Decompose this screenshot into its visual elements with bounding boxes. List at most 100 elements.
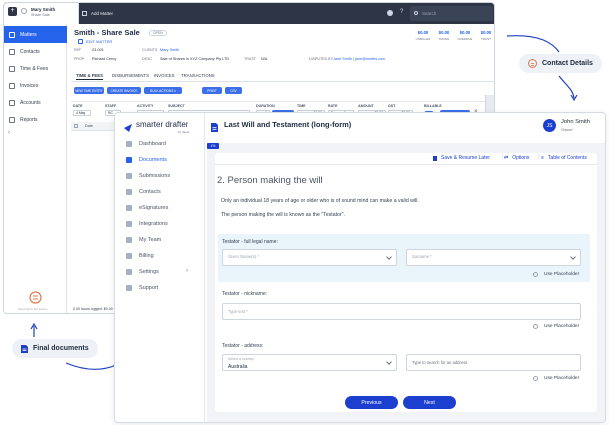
balance-label: UNBILLED <box>415 37 431 41</box>
document-icon <box>21 344 28 353</box>
home-icon[interactable]: + <box>8 7 17 16</box>
nickname-label: Testator - nickname: <box>222 291 268 297</box>
sidebar-item-label: Time & Fees <box>20 65 49 72</box>
sidebar-item-reports[interactable]: Reports <box>4 111 67 128</box>
gear-icon[interactable] <box>387 10 393 16</box>
country-value: Australia <box>228 364 248 370</box>
help-icon[interactable]: ? <box>400 9 403 15</box>
desc-label: DESC <box>142 57 152 61</box>
date-column-header[interactable]: Date <box>85 124 93 128</box>
next-button[interactable]: Next <box>403 396 456 409</box>
nav-item-contacts[interactable]: Contacts <box>126 187 161 197</box>
previous-button[interactable]: Previous <box>345 396 398 409</box>
status-badge: OPEN <box>149 30 167 36</box>
settings-icon <box>126 269 132 275</box>
nav-item-documents[interactable]: Documents <box>126 155 167 165</box>
settings-chevron-icon[interactable]: › <box>186 268 188 274</box>
support-icon <box>126 285 132 291</box>
header-rule <box>71 101 494 102</box>
column-header-subject: SUBJECT <box>168 104 185 108</box>
disputed-value[interactable]: Jane Smith | jane@smiths.com <box>333 57 385 61</box>
use-placeholder-toggle-nickname[interactable]: Use Placeholder <box>533 324 579 329</box>
radio-icon <box>533 376 538 381</box>
full-legal-name-label: Testator - full legal name: <box>222 239 278 245</box>
nav-item-dashboard[interactable]: Dashboard <box>126 139 166 149</box>
tab-time-fees[interactable]: TIME & FEES <box>76 73 103 80</box>
options-button[interactable]: ⇄ Options <box>504 155 529 161</box>
country-placeholder: Select a country <box>228 357 254 361</box>
prop-label: PROP <box>74 57 85 61</box>
add-icon[interactable] <box>82 11 87 16</box>
column-header-billable: BILLABLE <box>424 104 442 108</box>
new-time-entry-button[interactable]: NEW TIME ENTRY <box>74 87 104 94</box>
sidebar-item-contacts[interactable]: Contacts <box>4 43 67 60</box>
user-subtitle: Share Sale <box>31 13 50 17</box>
nav-item-label: Integrations <box>139 221 168 227</box>
use-placeholder-toggle-address[interactable]: Use Placeholder <box>533 376 579 381</box>
drafter-sidebar: smarter drafter by Janet Dashboard Docume… <box>115 113 205 422</box>
country-select[interactable]: Select a country Australia <box>222 354 397 371</box>
create-invoice-button[interactable]: CREATE INVOICE <box>107 87 141 94</box>
given-names-field[interactable]: Given Name(s) * <box>222 249 397 266</box>
top-bar: + Mary Smith Share Sale Add Matter ? Sea… <box>4 3 494 24</box>
nav-item-label: My Team <box>139 237 162 243</box>
nav-item-label: Contacts <box>139 189 161 195</box>
nav-item-esignatures[interactable]: eSignatures <box>126 203 168 213</box>
billing-icon <box>126 253 132 259</box>
section-title: 2. Person making the will <box>217 175 323 186</box>
bulk-actions-button[interactable]: BULK ACTIONS ▾ <box>144 87 182 94</box>
matter-title: Smith - Share Sale <box>74 28 140 37</box>
sidebar-item-matters[interactable]: Matters <box>4 26 67 43</box>
user-name: Mary Smith <box>31 7 56 12</box>
collapse-icon[interactable]: ‹ <box>8 130 10 136</box>
csv-button[interactable]: CSV <box>225 87 242 94</box>
column-header-amount: AMOUNT <box>358 104 374 108</box>
clock-icon <box>21 8 27 14</box>
client-value[interactable]: Mary Smith <box>160 48 179 52</box>
sidebar-item-invoices[interactable]: Invoices <box>4 77 67 94</box>
nav-item-label: Support <box>139 285 159 291</box>
date-input[interactable]: 4 May <box>73 110 91 116</box>
nav-item-label: Dashboard <box>139 141 166 147</box>
balance-value: $0.00 <box>459 30 471 35</box>
nav-item-my-team[interactable]: My Team <box>126 235 161 245</box>
reports-icon <box>9 116 15 123</box>
search-input[interactable]: Search <box>410 6 493 21</box>
nav-item-label: Submissions <box>139 173 171 179</box>
disputed-label: DISPUTED BY <box>309 57 333 61</box>
nav-item-billing[interactable]: Billing <box>126 251 154 261</box>
matter-switcher[interactable]: + Mary Smith Share Sale <box>4 3 79 24</box>
edit-icon[interactable] <box>78 39 83 44</box>
use-placeholder-toggle-name[interactable]: Use Placeholder <box>533 272 579 277</box>
team-icon <box>126 237 132 243</box>
address-search-input[interactable]: Type to search for an address <box>406 354 581 371</box>
contacts-icon <box>9 48 15 55</box>
chevron-down-icon <box>570 254 576 260</box>
user-role: Owner <box>561 127 573 132</box>
edit-matter-link[interactable]: EDIT MATTER <box>86 39 112 44</box>
brand-name: smarter drafter <box>136 120 189 129</box>
select-all-checkbox[interactable] <box>74 124 78 128</box>
avatar[interactable]: JS <box>543 119 556 132</box>
tab-invoices[interactable]: INVOICES <box>154 73 175 78</box>
toolbar-separator: | <box>538 154 540 160</box>
tab-disbursements[interactable]: DISBURSEMENTS <box>112 73 149 78</box>
trust-label: TRUST <box>244 57 256 61</box>
nav-item-support[interactable]: Support <box>126 283 158 293</box>
tab-transactions[interactable]: TRANSACTIONS <box>181 73 215 78</box>
print-button[interactable]: PRINT <box>202 87 222 94</box>
nav-item-integrations[interactable]: Integrations <box>126 219 168 229</box>
save-resume-button[interactable]: Save & Resume Later <box>433 155 490 161</box>
sidebar-item-time-fees[interactable]: Time & Fees <box>4 60 67 77</box>
add-matter-link[interactable]: Add Matter <box>91 11 113 16</box>
table-of-contents-button[interactable]: ≡ Table of Contents <box>541 155 587 161</box>
nav-item-submissions[interactable]: Submissions <box>126 171 170 181</box>
surname-field[interactable]: Surname * <box>406 249 581 266</box>
column-header-duration: DURATION <box>256 104 275 108</box>
client-label: CLIENTS <box>142 48 158 52</box>
nav-item-settings[interactable]: Settings <box>126 267 159 277</box>
nickname-input[interactable]: Type text * <box>222 303 581 320</box>
list-header: Date <box>71 122 118 131</box>
connector-arrows-bottom <box>30 322 117 370</box>
sidebar-item-accounts[interactable]: Accounts <box>4 94 67 111</box>
